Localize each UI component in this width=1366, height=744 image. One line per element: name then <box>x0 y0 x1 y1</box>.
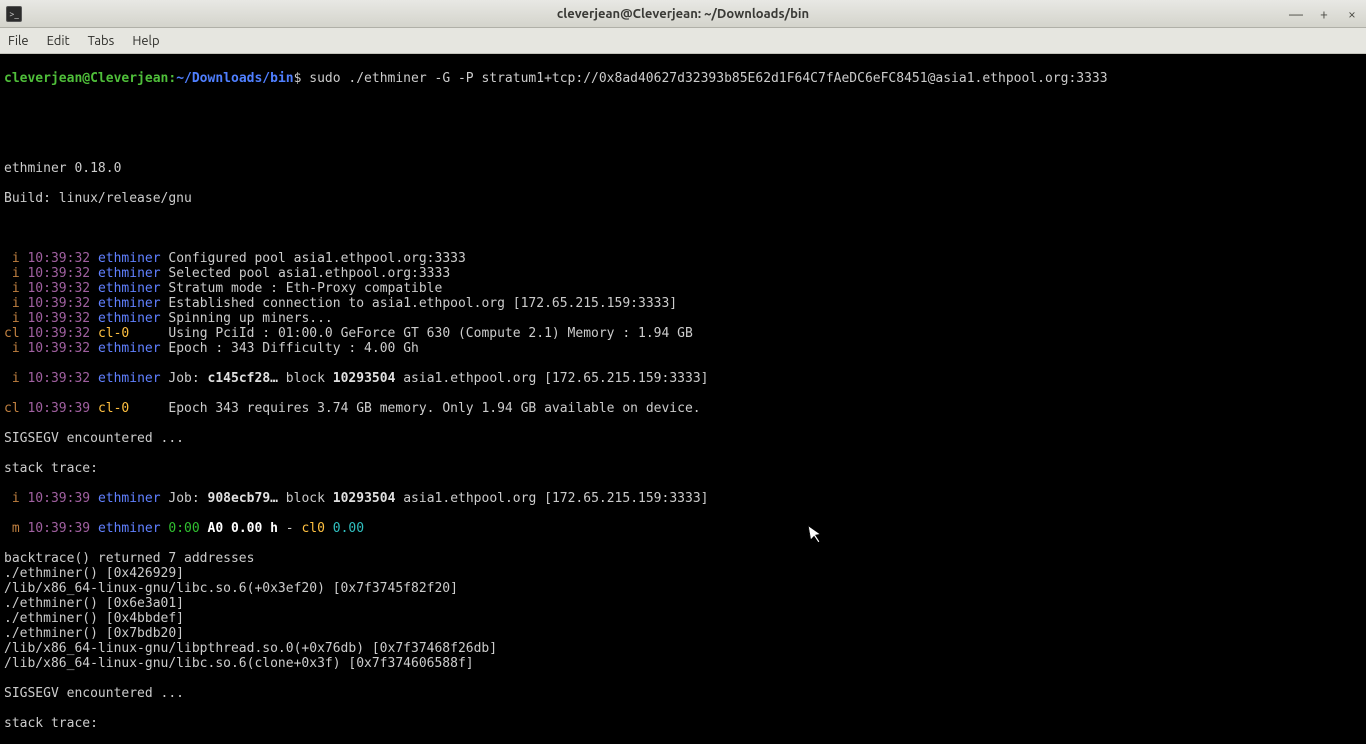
menu-bar: File Edit Tabs Help <box>0 28 1366 54</box>
terminal-output[interactable]: cleverjean@Cleverjean:~/Downloads/bin$ s… <box>0 54 1366 744</box>
log-line: i 10:39:32 ethminer Spinning up miners..… <box>4 311 1362 326</box>
cl-memory-line: cl 10:39:39 cl-0 Epoch 343 requires 3.74… <box>4 401 1362 416</box>
backtrace-line: /lib/x86_64-linux-gnu/libpthread.so.0(+0… <box>4 641 1362 656</box>
maximize-button[interactable]: + <box>1316 6 1332 22</box>
ethminer-build: Build: linux/release/gnu <box>4 191 1362 206</box>
log-line: i 10:39:32 ethminer Established connecti… <box>4 296 1362 311</box>
prompt-path: ~/Downloads/bin <box>176 71 293 86</box>
backtrace-line: /lib/x86_64-linux-gnu/libc.so.6(+0x3ef20… <box>4 581 1362 596</box>
backtrace-line: ./ethminer() [0x4bbdef] <box>4 611 1362 626</box>
backtrace-line: ./ethminer() [0x426929] <box>4 566 1362 581</box>
sigsegv-2: SIGSEGV encountered ... <box>4 686 1362 701</box>
prompt-line: cleverjean@Cleverjean:~/Downloads/bin$ s… <box>4 71 1362 86</box>
backtrace-1: backtrace() returned 7 addresses./ethmin… <box>4 551 1362 671</box>
log-line: i 10:39:32 ethminer Selected pool asia1.… <box>4 266 1362 281</box>
window-controls: — + × <box>1288 6 1360 22</box>
log-line: i 10:39:32 ethminer Stratum mode : Eth-P… <box>4 281 1362 296</box>
backtrace-line: ./ethminer() [0x7bdb20] <box>4 626 1362 641</box>
backtrace-line: backtrace() returned 7 addresses <box>4 551 1362 566</box>
backtrace-line: ./ethminer() [0x6e3a01] <box>4 596 1362 611</box>
log-line: i 10:39:32 ethminer Epoch : 343 Difficul… <box>4 341 1362 356</box>
ethminer-version: ethminer 0.18.0 <box>4 161 1362 176</box>
miner-status-line: m 10:39:39 ethminer 0:00 A0 0.00 h - cl0… <box>4 521 1362 536</box>
menu-file[interactable]: File <box>8 34 29 48</box>
minimize-button[interactable]: — <box>1288 6 1304 22</box>
log-line: cl 10:39:32 cl-0 Using PciId : 01:00.0 G… <box>4 326 1362 341</box>
stack-trace-1: stack trace: <box>4 461 1362 476</box>
close-button[interactable]: × <box>1344 6 1360 22</box>
log-line: i 10:39:32 ethminer Configured pool asia… <box>4 251 1362 266</box>
terminal-app-icon: >_ <box>6 6 22 22</box>
stack-trace-2: stack trace: <box>4 716 1362 731</box>
menu-edit[interactable]: Edit <box>47 34 70 48</box>
log-block: i 10:39:32 ethminer Configured pool asia… <box>4 251 1362 356</box>
backtrace-line: /lib/x86_64-linux-gnu/libc.so.6(clone+0x… <box>4 656 1362 671</box>
sigsegv-1: SIGSEGV encountered ... <box>4 431 1362 446</box>
job-line-1: i 10:39:32 ethminer Job: c145cf28… block… <box>4 371 1362 386</box>
menu-tabs[interactable]: Tabs <box>88 34 115 48</box>
entered-command: sudo ./ethminer -G -P stratum1+tcp://0x8… <box>301 71 1107 86</box>
window-titlebar: >_ cleverjean@Cleverjean: ~/Downloads/bi… <box>0 0 1366 28</box>
window-title: cleverjean@Cleverjean: ~/Downloads/bin <box>557 7 809 21</box>
job-line-2: i 10:39:39 ethminer Job: 908ecb79… block… <box>4 491 1362 506</box>
prompt-userhost: cleverjean@Cleverjean <box>4 71 168 86</box>
menu-help[interactable]: Help <box>132 34 159 48</box>
